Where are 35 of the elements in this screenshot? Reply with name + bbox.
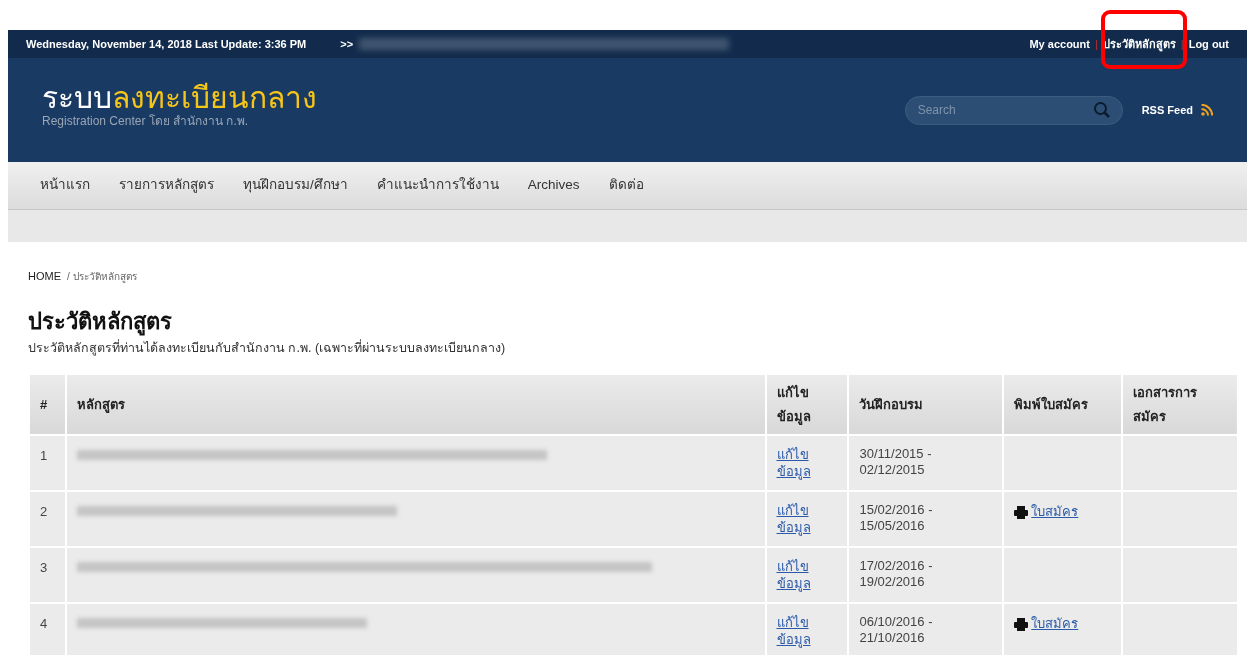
nav-link[interactable]: คำแนะนำการใช้งาน xyxy=(376,175,499,196)
rss-feed-link[interactable]: RSS Feed xyxy=(1141,101,1193,119)
table-cell-text: 17/02/2016 - 19/02/2016 xyxy=(859,558,934,591)
date-text: Wednesday, November 14, 2018 Last Update: 3:36 PM xyxy=(26,36,307,52)
edit-link[interactable]: แก้ไข ข้อมูล xyxy=(776,446,817,481)
table-cell-text: 30/11/2015 - 02/12/2015 xyxy=(859,446,933,479)
breadcrumb-home-link[interactable]: HOME xyxy=(28,268,61,285)
print-form-link[interactable]: ใบสมัคร xyxy=(1014,614,1079,634)
nav-link[interactable]: รายการหลักสูตร xyxy=(119,175,214,196)
page-subtitle: ประวัติหลักสูตรที่ท่านได้ลงทะเบียนกับสำนักงาน ก.พ. (เฉพาะที่ผ่านระบบลงทะเบียนกลาง) xyxy=(28,338,507,358)
nav-link[interactable]: ติดต่อ xyxy=(608,175,644,196)
print-form-link[interactable]: ใบสมัคร xyxy=(1014,502,1079,522)
site-logo[interactable]: ระบบลงทะเบียนกลาง xyxy=(42,80,317,115)
rss-icon[interactable] xyxy=(1201,104,1213,116)
page-title: ประวัติหลักสูตร xyxy=(28,307,173,337)
top-link[interactable]: Log out xyxy=(1188,35,1229,53)
nav-link[interactable]: หน้าแรก xyxy=(40,175,90,196)
printer-icon xyxy=(1014,505,1029,519)
edit-link[interactable]: แก้ไข ข้อมูล xyxy=(776,502,817,537)
table-cell-text: 06/10/2016 - 21/10/2016 xyxy=(859,614,934,647)
printer-icon xyxy=(1014,617,1029,631)
search-field[interactable]: Search xyxy=(904,95,1123,125)
site-tagline: Registration Center โดย สำนักงาน ก.พ. xyxy=(42,114,250,128)
breadcrumb-current: / ประวัติหลักสูตร xyxy=(67,269,137,284)
edit-link[interactable]: แก้ไข ข้อมูล xyxy=(776,558,817,593)
nav-link[interactable]: Archives xyxy=(527,175,580,196)
nav-link[interactable]: ทุนฝึกอบรม/ศึกษา xyxy=(243,175,348,196)
edit-link[interactable]: แก้ไข ข้อมูล xyxy=(776,614,817,649)
table-cell-text: 15/02/2016 - 15/05/2016 xyxy=(859,502,934,535)
table-cell: 4 xyxy=(29,603,66,655)
link-separator: | xyxy=(1094,36,1098,52)
top-link[interactable]: My account xyxy=(1029,35,1090,53)
top-link[interactable]: ประวัติหลักสูตร xyxy=(1102,35,1176,53)
ticker-prefix: >> xyxy=(340,36,354,52)
link-separator: | xyxy=(1180,36,1184,52)
